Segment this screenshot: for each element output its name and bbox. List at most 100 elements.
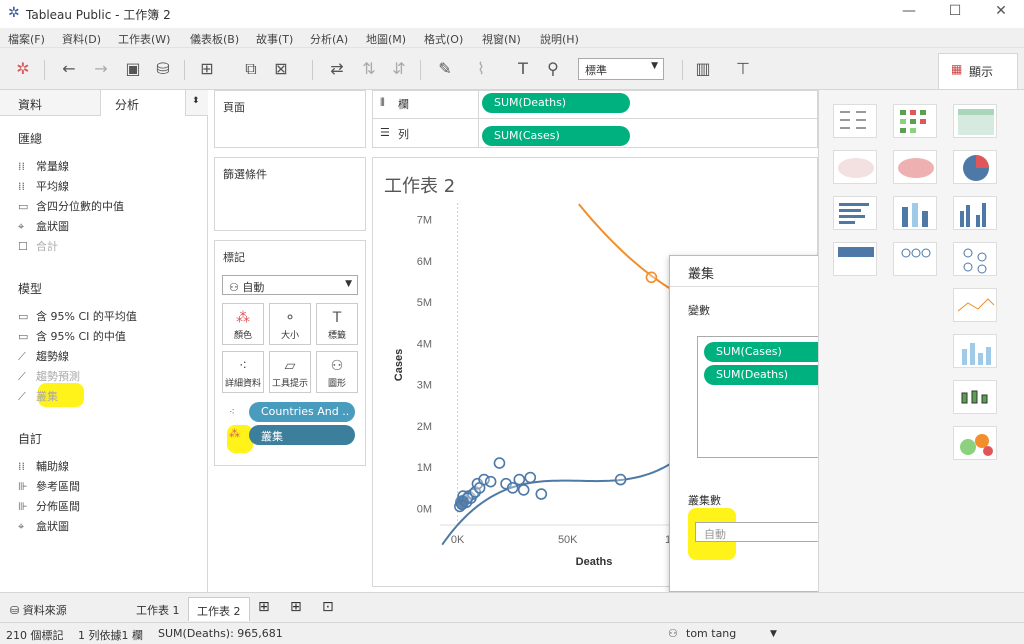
- custom-box-plot-item[interactable]: ⌖ 盒狀圖: [18, 518, 69, 534]
- average-ci-item[interactable]: ▭ 含 95% CI 的平均值: [18, 308, 137, 324]
- menu-data[interactable]: 資料(D): [62, 31, 101, 47]
- show-me-label: 顯示: [969, 65, 994, 79]
- packed-bubbles-thumb[interactable]: [953, 426, 997, 460]
- cluster-pill[interactable]: 叢集: [249, 425, 355, 445]
- tableau-home-icon[interactable]: ✲: [12, 58, 34, 80]
- constant-line-item[interactable]: ⁞⁞ 常量線: [18, 158, 69, 174]
- swap-rows-cols-icon[interactable]: ⇄: [326, 58, 348, 80]
- user-name[interactable]: tom tang: [686, 627, 736, 640]
- menu-analysis[interactable]: 分析(A): [310, 31, 348, 47]
- new-datasource-icon[interactable]: ⛁: [152, 58, 174, 80]
- horizontal-bars-thumb[interactable]: [833, 196, 877, 230]
- dual-combo-thumb[interactable]: [953, 334, 997, 368]
- detail-button[interactable]: ⁖ 詳細資料: [222, 351, 264, 393]
- close-button[interactable]: ✕: [978, 3, 1024, 25]
- menu-bar: 檔案(F) 資料(D) 工作表(W) 儀表板(B) 故事(T) 分析(A) 地圖…: [0, 28, 1024, 48]
- show-me-tab[interactable]: ▦ 顯示: [938, 53, 1018, 89]
- sheet-tab-1[interactable]: 工作表 1: [128, 597, 188, 621]
- sort-descending-icon[interactable]: ⇵: [388, 58, 410, 80]
- sheet-tab-2[interactable]: 工作表 2: [188, 597, 250, 621]
- new-worksheet-icon[interactable]: ⊞: [250, 597, 278, 621]
- mark-type-icon: ⚇: [229, 281, 243, 294]
- filters-card[interactable]: 篩選條件: [214, 157, 366, 231]
- fit-select[interactable]: 標準 ▼: [578, 58, 664, 80]
- line-icon: ⁞⁞: [18, 160, 25, 173]
- shape-button[interactable]: ⚇ 圖形: [316, 351, 358, 393]
- mark-type-select[interactable]: ⚇ 自動 ▼: [222, 275, 358, 295]
- trend-line-item[interactable]: ⟋ 趨勢線: [18, 348, 69, 364]
- average-line-item[interactable]: ⁞⁞ 平均線: [18, 178, 69, 194]
- heat-map-thumb[interactable]: [893, 104, 937, 138]
- cluster-item[interactable]: ⟋ 叢集: [18, 388, 58, 404]
- menu-file[interactable]: 檔案(F): [8, 31, 45, 47]
- countries-pill[interactable]: Countries And ..: [249, 402, 355, 422]
- side-by-side-circles-thumb[interactable]: [953, 242, 997, 276]
- stacked-bars-thumb[interactable]: [893, 196, 937, 230]
- group-members-icon[interactable]: ⌇: [470, 58, 492, 80]
- symbol-map-thumb[interactable]: [833, 150, 877, 184]
- filled-map-thumb[interactable]: [893, 150, 937, 184]
- pane-menu-icon[interactable]: ⬍: [192, 96, 200, 106]
- undo-icon[interactable]: ←: [58, 58, 80, 80]
- highlight-icon[interactable]: ✎: [434, 58, 456, 80]
- show-cards-icon[interactable]: ▥: [692, 58, 714, 80]
- circle-views-thumb[interactable]: [893, 242, 937, 276]
- variables-label: 變數: [688, 304, 710, 317]
- rows-pill[interactable]: SUM(Cases): [482, 126, 630, 146]
- pin-axes-icon[interactable]: ⚲: [542, 58, 564, 80]
- reference-line-item[interactable]: ⁞⁞ 輔助線: [18, 458, 69, 474]
- menu-help[interactable]: 說明(H): [540, 31, 579, 47]
- y-tick-label: 3M: [417, 380, 432, 392]
- clear-sheet-icon[interactable]: ⊠: [270, 58, 292, 80]
- marks-card-title: 標記: [223, 251, 245, 264]
- minimize-button[interactable]: —: [886, 3, 932, 25]
- rows-cols-count: 1 列依據1 欄: [78, 629, 143, 642]
- duplicate-sheet-icon[interactable]: ⧉: [240, 58, 262, 80]
- new-dashboard-icon[interactable]: ⊞: [282, 597, 310, 621]
- totals-item[interactable]: ☐ 合計: [18, 238, 58, 254]
- distribution-band-item[interactable]: ⊪ 分佈區間: [18, 498, 80, 514]
- columns-pill[interactable]: SUM(Deaths): [482, 93, 630, 113]
- forecast-item[interactable]: ⟋ 趨勢預測: [18, 368, 80, 384]
- highlight-table-thumb[interactable]: [953, 104, 997, 138]
- reference-band-item[interactable]: ⊪ 參考區間: [18, 478, 80, 494]
- box-whisker-thumb[interactable]: [953, 380, 997, 414]
- x-tick-label: 0K: [451, 534, 465, 546]
- new-worksheet-icon[interactable]: ⊞: [196, 58, 218, 80]
- menu-format[interactable]: 格式(O): [424, 31, 463, 47]
- save-icon[interactable]: ▣: [122, 58, 144, 80]
- new-story-icon[interactable]: ⊡: [314, 597, 342, 621]
- median-ci-item[interactable]: ▭ 含 95% CI 的中值: [18, 328, 126, 344]
- box-plot-item[interactable]: ⌖ 盒狀圖: [18, 218, 69, 234]
- chevron-down-icon[interactable]: ▼: [770, 629, 777, 639]
- y-tick-label: 1M: [417, 462, 432, 474]
- sort-ascending-icon[interactable]: ⇅: [358, 58, 380, 80]
- side-by-side-bars-thumb[interactable]: [953, 196, 997, 230]
- datasource-tab[interactable]: ⛁ 資料來源: [2, 597, 75, 621]
- tab-data[interactable]: 資料: [18, 90, 42, 116]
- tooltip-button[interactable]: ▱ 工具提示: [269, 351, 311, 393]
- menu-worksheet[interactable]: 工作表(W): [118, 31, 170, 47]
- size-button[interactable]: ⚬ 大小: [269, 303, 311, 345]
- text-table-thumb[interactable]: [833, 104, 877, 138]
- presentation-mode-icon[interactable]: ⊤: [732, 58, 754, 80]
- pages-card[interactable]: 頁面: [214, 90, 366, 148]
- show-labels-icon[interactable]: T: [512, 58, 534, 80]
- pie-chart-thumb[interactable]: [953, 150, 997, 184]
- tab-analytics[interactable]: 分析: [100, 90, 186, 116]
- lines-thumb[interactable]: [953, 288, 997, 322]
- sheet-tabs-bar: ⛁ 資料來源 工作表 1 工作表 2 ⊞ ⊞ ⊡: [0, 592, 1024, 622]
- menu-window[interactable]: 視窗(N): [482, 31, 521, 47]
- treemap-thumb[interactable]: [833, 242, 877, 276]
- rows-icon: ☰: [380, 126, 390, 139]
- maximize-button[interactable]: ☐: [932, 3, 978, 25]
- cluster-dialog-title: 叢集: [688, 267, 715, 282]
- menu-story[interactable]: 故事(T): [256, 31, 293, 47]
- color-button[interactable]: ⁂ 顏色: [222, 303, 264, 345]
- label-button[interactable]: T 標籤: [316, 303, 358, 345]
- median-quartiles-item[interactable]: ▭ 含四分位數的中值: [18, 198, 124, 214]
- title-bar: ✲ Tableau Public - 工作簿 2 — ☐ ✕: [0, 0, 1024, 28]
- menu-map[interactable]: 地圖(M): [366, 31, 406, 47]
- redo-icon[interactable]: →: [90, 58, 112, 80]
- menu-dashboard[interactable]: 儀表板(B): [190, 31, 239, 47]
